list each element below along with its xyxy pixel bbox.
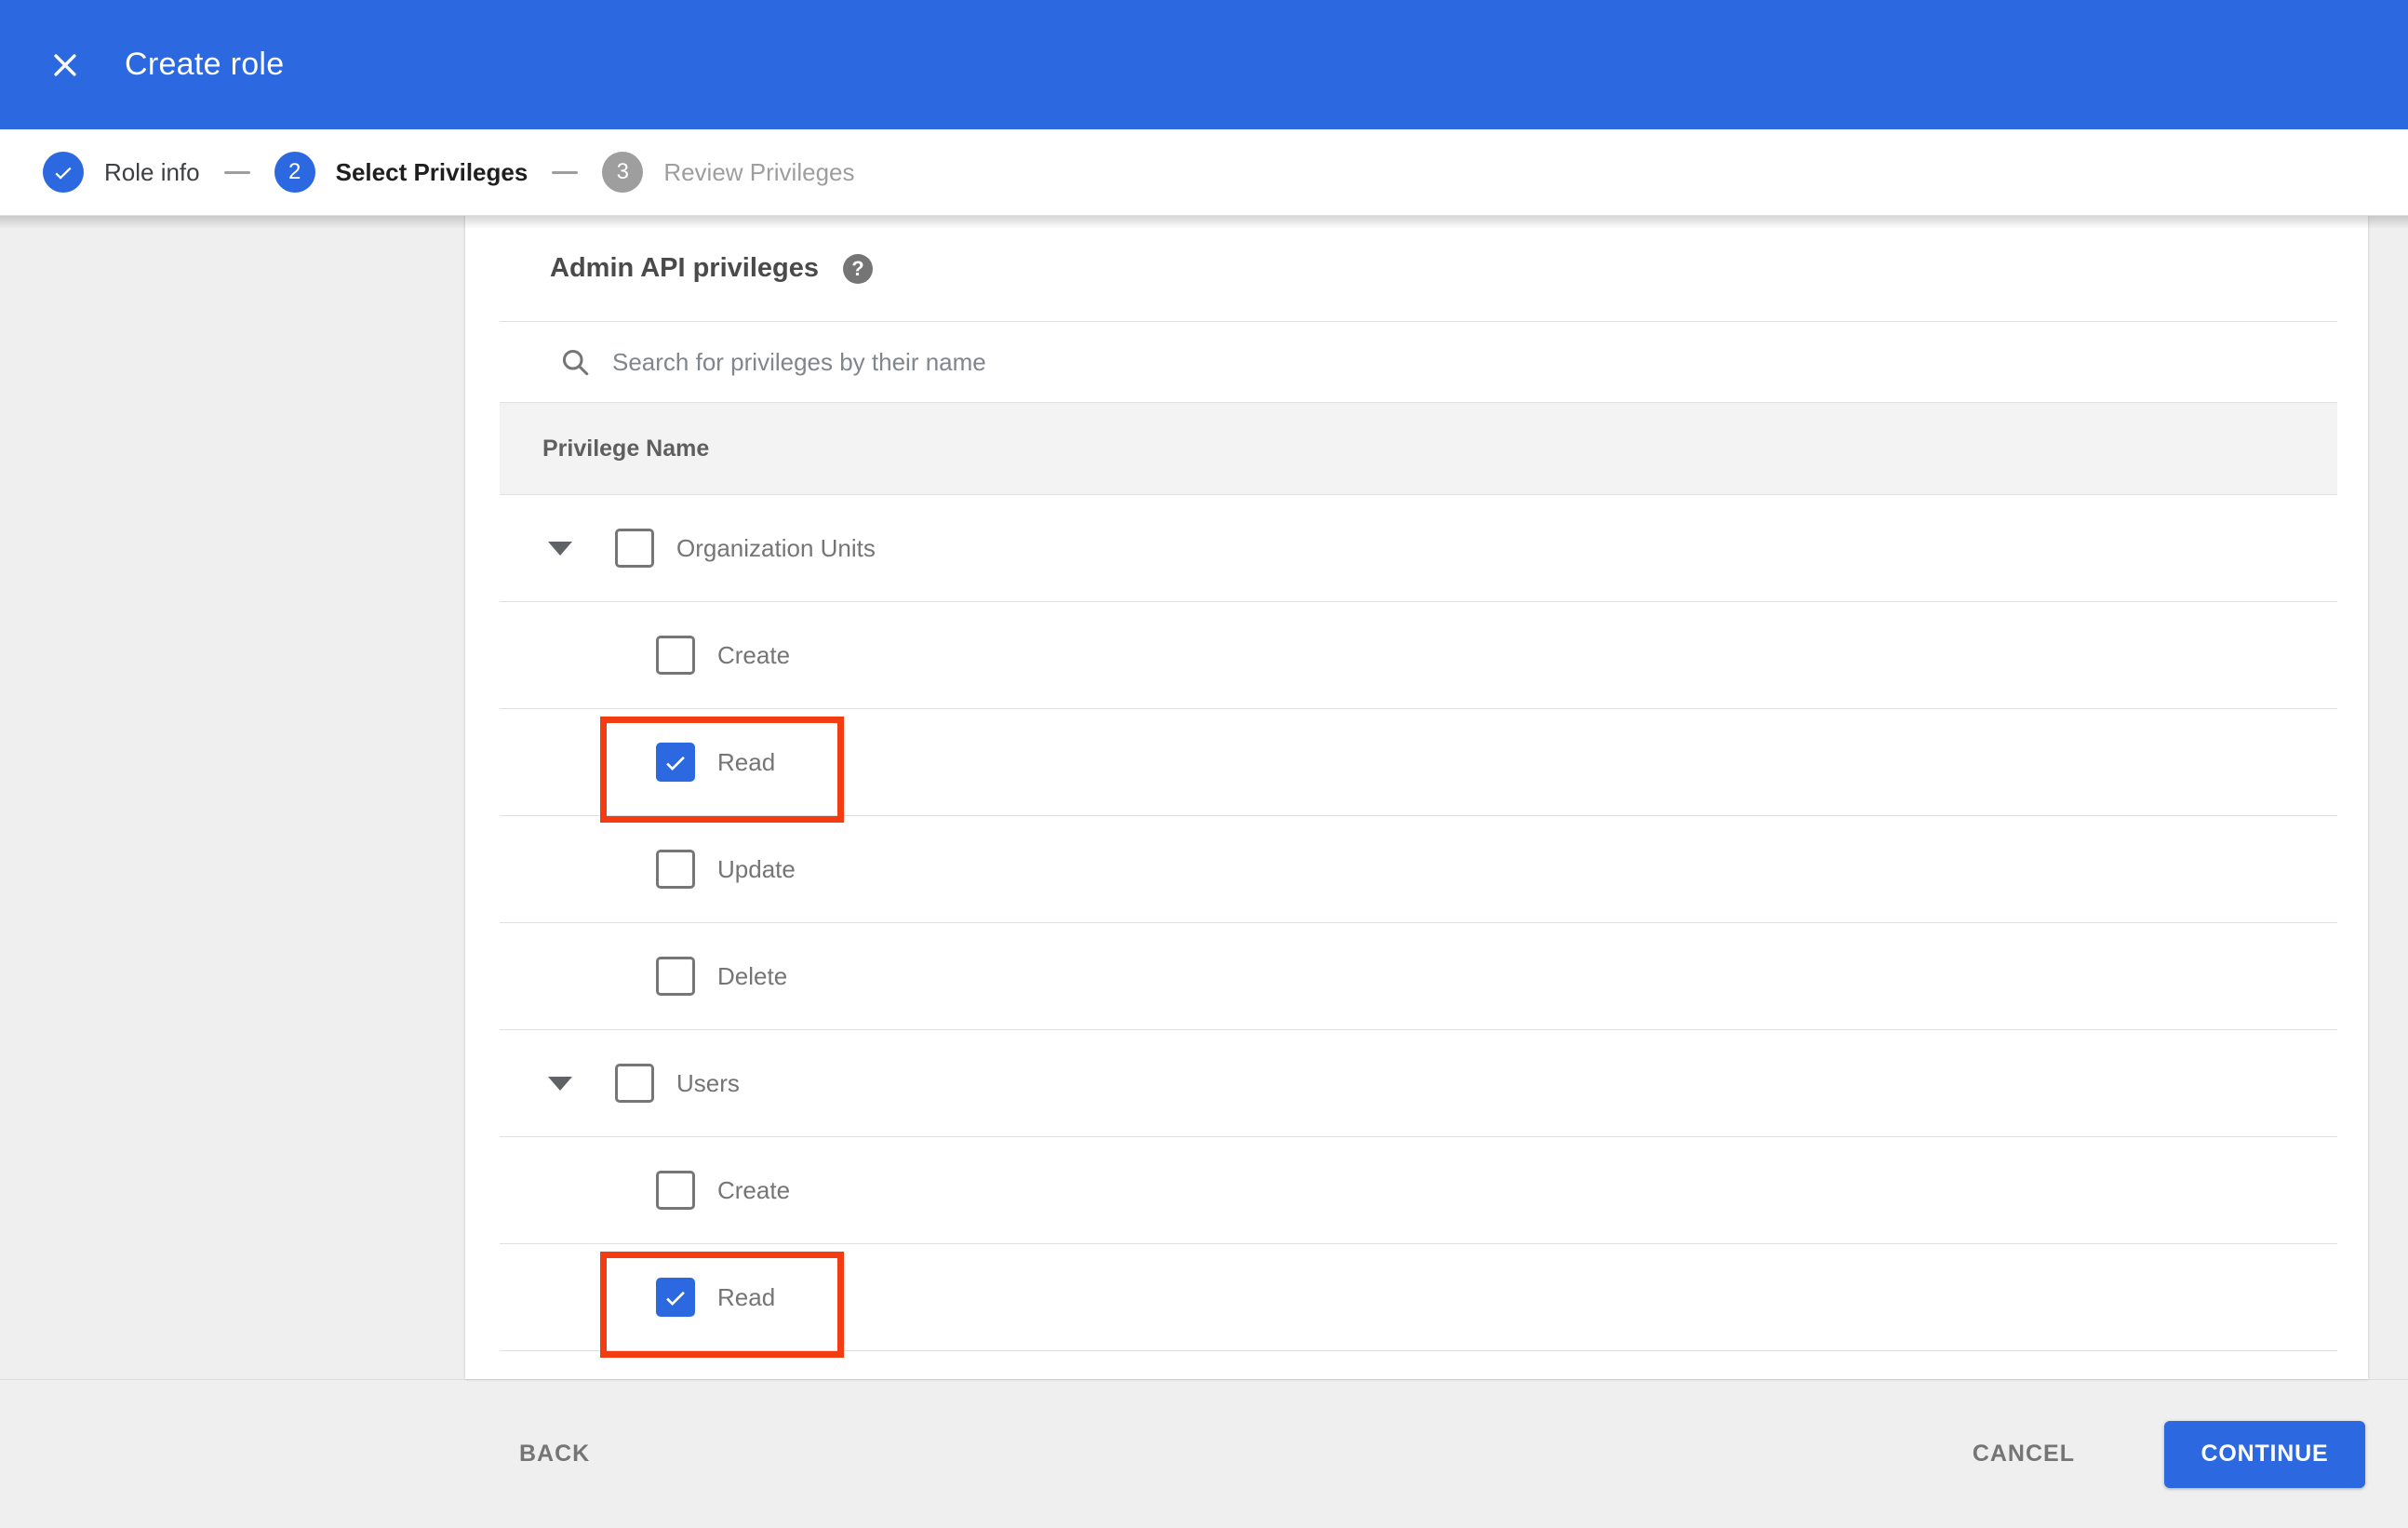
privilege-label: Create — [717, 640, 791, 669]
collapse-triangle-icon[interactable] — [548, 1076, 572, 1091]
stepper: Role info 2 Select Privileges 3 Review P… — [0, 129, 2408, 216]
dialog-body: Admin API privileges ? Privilege Name — [0, 216, 2408, 1379]
privilege-label: Organization Units — [676, 533, 876, 562]
cancel-button[interactable]: CANCEL — [1973, 1441, 2075, 1468]
create-role-dialog: Create role Role info 2 Select Privilege… — [0, 0, 2408, 1528]
dialog-title: Create role — [125, 47, 285, 82]
privilege-row-users-create: Create — [500, 1137, 2337, 1244]
step-review-privileges[interactable]: 3 Review Privileges — [602, 152, 855, 193]
checkbox-users[interactable] — [615, 1064, 654, 1103]
privilege-label: Update — [717, 854, 796, 883]
privilege-search-input[interactable] — [612, 347, 1915, 377]
step-complete-check-icon — [43, 152, 84, 193]
step-role-info[interactable]: Role info — [43, 152, 200, 193]
section-title: Admin API privileges — [550, 253, 819, 283]
privileges-panel: Admin API privileges ? Privilege Name — [465, 216, 2368, 1379]
step-connector — [552, 170, 579, 174]
dialog-header: Create role — [0, 0, 2408, 129]
continue-button[interactable]: CONTINUE — [2164, 1420, 2365, 1488]
collapse-triangle-icon[interactable] — [548, 541, 572, 556]
right-gutter — [2368, 216, 2408, 1379]
privilege-label: Read — [717, 1282, 776, 1311]
step-label: Review Privileges — [663, 157, 855, 186]
help-icon[interactable]: ? — [843, 253, 873, 284]
privilege-row-users: Users — [500, 1030, 2337, 1137]
privilege-row-read: Read — [500, 709, 2337, 823]
checkbox-users-create[interactable] — [656, 1171, 695, 1210]
step-number: 2 — [274, 152, 315, 193]
search-row — [500, 321, 2337, 402]
privilege-label: Create — [717, 1175, 791, 1204]
checkbox-read-checked[interactable] — [656, 743, 695, 782]
section-title-row: Admin API privileges ? — [500, 216, 2337, 321]
privilege-row-users-read: Read — [500, 1244, 2337, 1358]
column-header: Privilege Name — [542, 435, 710, 462]
privilege-label: Read — [717, 747, 776, 776]
privilege-label: Users — [676, 1068, 740, 1097]
table-header-row: Privilege Name — [500, 402, 2337, 495]
checkbox-delete[interactable] — [656, 957, 695, 996]
checkbox-organization-units[interactable] — [615, 529, 654, 568]
step-select-privileges[interactable]: 2 Select Privileges — [274, 152, 528, 193]
checkbox-update[interactable] — [656, 850, 695, 889]
step-label: Select Privileges — [335, 157, 528, 186]
left-gutter — [0, 216, 465, 1379]
privilege-row-organization-units: Organization Units — [500, 495, 2337, 602]
privilege-row-delete: Delete — [500, 923, 2337, 1030]
close-icon[interactable] — [37, 37, 93, 93]
step-number: 3 — [602, 152, 644, 193]
dialog-footer: BACK CANCEL CONTINUE — [0, 1379, 2408, 1528]
x-glyph — [54, 53, 76, 76]
step-connector — [223, 170, 250, 174]
search-icon — [558, 345, 592, 379]
checkbox-create[interactable] — [656, 636, 695, 675]
privilege-label: Delete — [717, 961, 788, 990]
checkbox-users-read-checked[interactable] — [656, 1278, 695, 1317]
panel-bottom-filler — [500, 1351, 2337, 1379]
privilege-row-create: Create — [500, 602, 2337, 709]
back-button[interactable]: BACK — [519, 1441, 590, 1468]
step-label: Role info — [104, 157, 200, 186]
privilege-row-update: Update — [500, 816, 2337, 923]
